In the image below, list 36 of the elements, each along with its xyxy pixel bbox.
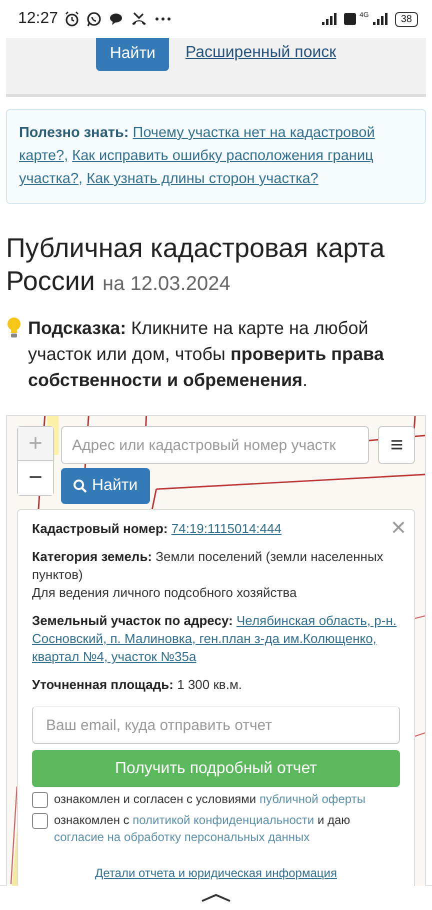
battery-level: 38 [394, 12, 418, 26]
parcel-field: Земельный участок по адресу: Челябинская область, р-н. Сосновский, п. Малиновка, ген.план з-да им.Колющенко, квартал №4, участок №35а [32, 612, 400, 666]
lightbulb-icon [6, 317, 22, 339]
find-button[interactable]: Найти [61, 468, 150, 504]
find-button[interactable]: Найти [96, 38, 170, 71]
parcel-field: Категория земель: Земли поселений (земли населенных пунктов) [32, 548, 400, 584]
parcel-field: Уточненная площадь: 1 300 кв.м. [32, 676, 400, 694]
agreement-text: ознакомлен и согласен с условиями публичной оферты [54, 791, 366, 808]
date-label: на 12.03.2024 [102, 273, 230, 295]
chevron-up-icon[interactable] [201, 894, 231, 902]
more-icon [154, 16, 172, 22]
checkbox[interactable] [32, 792, 48, 808]
advanced-search-link[interactable]: Расширенный поиск [185, 44, 336, 62]
checkbox[interactable] [32, 813, 48, 829]
page-title: Публичная кадастровая карта России на 12.03.2024 [6, 232, 386, 298]
alarm-icon [64, 11, 80, 27]
agreement-link[interactable]: публичной оферты [259, 792, 366, 806]
chat-icon [86, 11, 102, 27]
message-icon [108, 11, 124, 27]
tips-text: Полезно знать: Почему участка нет на кадастровой карте?, Как исправить ошибку расположения границ участка?, Как узнать длины сторон участка? [6, 109, 426, 204]
agreement-link[interactable]: согласие на обработку персональных данных [54, 830, 310, 844]
search-icon [73, 479, 87, 493]
details-link[interactable]: Детали отчета и юридическая информация [95, 864, 337, 882]
agreement-text: ознакомлен с политикой конфиденциальности и даю согласие на обработку персональных данных [54, 812, 352, 846]
clock-time: 12:27 [18, 10, 58, 28]
email-field[interactable]: Ваш email, куда отправить отчет [32, 706, 400, 744]
address-search-field[interactable]: Адрес или кадастровый номер участк [61, 426, 370, 464]
land-use-text: Для ведения личного подсобного хозяйства [32, 584, 298, 602]
hint-text: Подсказка: Кликните на карте на любой участок или дом, чтобы проверить права собственности и обременения. [28, 317, 385, 392]
agreement-link[interactable]: политикой конфиденциальности [132, 813, 314, 827]
close-button[interactable]: × [390, 512, 406, 543]
missed-call-icon [130, 11, 148, 27]
parcel-field: Кадастровый номер: 74:19:1115014:444 [32, 520, 282, 538]
menu-button[interactable]: ≡ [378, 426, 415, 464]
report-button[interactable]: Получить подробный отчет [32, 750, 400, 787]
volte-icon [344, 13, 356, 25]
